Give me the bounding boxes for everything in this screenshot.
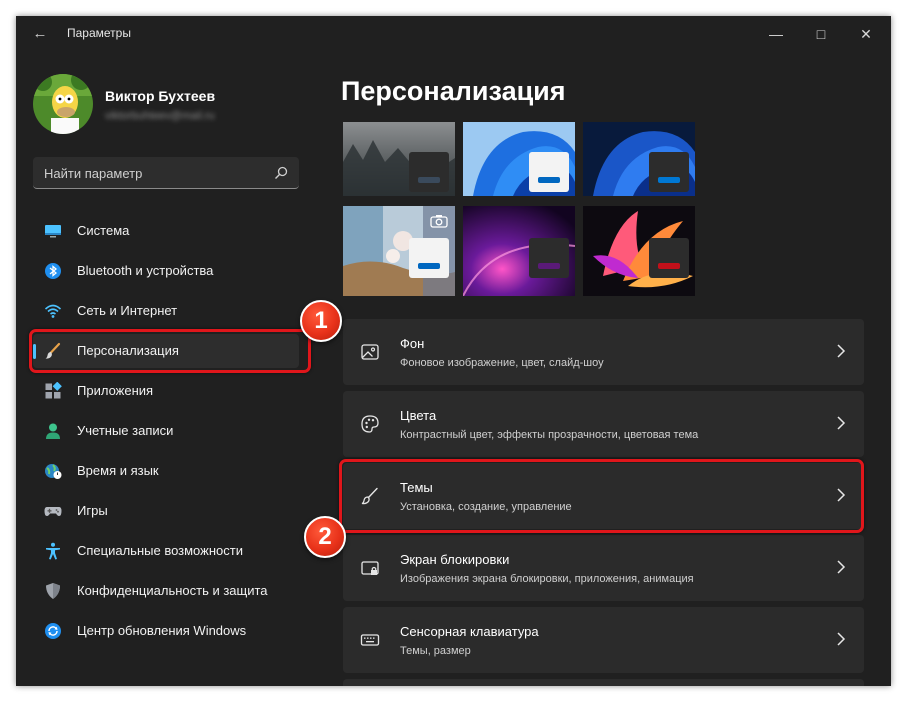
lock-screen-icon	[361, 561, 379, 575]
theme-preview-window	[409, 238, 449, 278]
sidebar-item-label: Центр обновления Windows	[77, 623, 247, 638]
sidebar-item-windows-update[interactable]: Центр обновления Windows	[33, 614, 299, 648]
chevron-right-icon	[837, 632, 846, 646]
back-arrow-icon[interactable]: ←	[30, 24, 50, 44]
sidebar-item-label: Специальные возможности	[77, 543, 243, 558]
accessibility-icon	[46, 542, 60, 560]
globe-clock-icon	[45, 464, 62, 479]
sidebar-item-time-language[interactable]: Время и язык	[33, 454, 299, 488]
minimize-button[interactable]: —	[756, 20, 796, 48]
setting-card-colors[interactable]: Цвета Контрастный цвет, эффекты прозрачн…	[343, 391, 864, 457]
theme-thumbnail-bloom-light[interactable]	[463, 122, 575, 196]
accent-swatch	[538, 177, 560, 183]
image-icon	[361, 344, 379, 360]
setting-card-partial[interactable]	[343, 679, 864, 686]
setting-card-touch-keyboard[interactable]: Сенсорная клавиатура Темы, размер	[343, 607, 864, 673]
accent-swatch	[418, 177, 440, 183]
wifi-icon	[44, 304, 62, 318]
card-subtitle: Контрастный цвет, эффекты прозрачности, …	[400, 429, 699, 441]
monitor-icon	[45, 225, 61, 238]
gamepad-icon	[44, 507, 62, 516]
theme-preview-window	[649, 152, 689, 192]
setting-card-background[interactable]: Фон Фоновое изображение, цвет, слайд-шоу	[343, 319, 864, 385]
avatar[interactable]	[33, 74, 93, 134]
sidebar-item-gaming[interactable]: Игры	[33, 494, 299, 528]
theme-preview-window	[649, 238, 689, 278]
page-title: Персонализация	[341, 76, 566, 106]
theme-thumbnail-bloom-dark[interactable]	[583, 122, 695, 196]
sidebar-item-label: Конфиденциальность и защита	[77, 583, 268, 598]
sidebar-item-bluetooth[interactable]: Bluetooth и устройства	[33, 254, 299, 288]
sidebar-item-label: Учетные записи	[77, 423, 174, 438]
chevron-right-icon	[837, 560, 846, 574]
search-placeholder: Найти параметр	[44, 166, 143, 181]
sidebar-item-accessibility[interactable]: Специальные возможности	[33, 534, 299, 568]
search-input[interactable]: Найти параметр	[33, 157, 299, 189]
highlight-personalization	[29, 329, 311, 373]
sidebar-item-privacy[interactable]: Конфиденциальность и защита	[33, 574, 299, 608]
accent-swatch	[658, 263, 680, 269]
sidebar-item-label: Сеть и Интернет	[77, 303, 178, 318]
accent-swatch	[658, 177, 680, 183]
sidebar-item-system[interactable]: Система	[33, 214, 299, 248]
sidebar-item-label: Приложения	[77, 383, 154, 398]
camera-icon	[430, 215, 448, 228]
maximize-button[interactable]: □	[801, 20, 841, 48]
chevron-right-icon	[837, 416, 846, 430]
theme-preview-window	[409, 152, 449, 192]
sidebar-item-label: Время и язык	[77, 463, 159, 478]
window-title: Параметры	[67, 26, 131, 40]
user-email: viktorbuhteev@mail.ru	[105, 110, 215, 122]
sidebar-item-label: Bluetooth и устройства	[77, 263, 214, 278]
card-title: Фон	[400, 336, 425, 351]
search-icon	[275, 166, 288, 179]
sidebar-item-label: Игры	[77, 503, 108, 518]
sidebar-item-label: Система	[77, 223, 130, 238]
theme-preview-window	[529, 238, 569, 278]
card-title: Экран блокировки	[400, 552, 510, 567]
theme-thumbnail-captured-motion[interactable]	[343, 206, 455, 296]
sidebar-item-network[interactable]: Сеть и Интернет	[33, 294, 299, 328]
theme-thumbnail-foggy-forest[interactable]	[343, 122, 455, 196]
step-badge-1: 1	[300, 300, 342, 342]
card-title: Сенсорная клавиатура	[400, 624, 539, 639]
accent-swatch	[538, 263, 560, 269]
update-icon	[45, 623, 61, 639]
shield-icon	[46, 583, 60, 599]
close-button[interactable]: ✕	[846, 20, 886, 48]
theme-preview-window	[529, 152, 569, 192]
apps-icon	[45, 382, 62, 399]
card-title: Цвета	[400, 408, 437, 423]
chevron-right-icon	[837, 344, 846, 358]
settings-window: ← Параметры — □ ✕ Виктор Бухтеев viktorb…	[16, 16, 891, 686]
bluetooth-icon	[45, 263, 61, 279]
card-subtitle: Темы, размер	[400, 645, 471, 657]
setting-card-lock-screen[interactable]: Экран блокировки Изображения экрана блок…	[343, 535, 864, 601]
title-bar: ← Параметры — □ ✕	[16, 16, 891, 52]
user-name: Виктор Бухтеев	[105, 88, 216, 104]
highlight-themes	[339, 459, 864, 533]
person-icon	[46, 423, 60, 439]
step-badge-2: 2	[304, 516, 346, 558]
card-subtitle: Фоновое изображение, цвет, слайд-шоу	[400, 357, 604, 369]
sidebar-item-accounts[interactable]: Учетные записи	[33, 414, 299, 448]
accent-swatch	[418, 263, 440, 269]
palette-icon	[361, 415, 379, 433]
sidebar-item-apps[interactable]: Приложения	[33, 374, 299, 408]
theme-thumbnail-glow[interactable]	[463, 206, 575, 296]
theme-thumbnail-sunrise[interactable]	[583, 206, 695, 296]
card-subtitle: Изображения экрана блокировки, приложени…	[400, 573, 694, 585]
keyboard-icon	[360, 634, 380, 646]
